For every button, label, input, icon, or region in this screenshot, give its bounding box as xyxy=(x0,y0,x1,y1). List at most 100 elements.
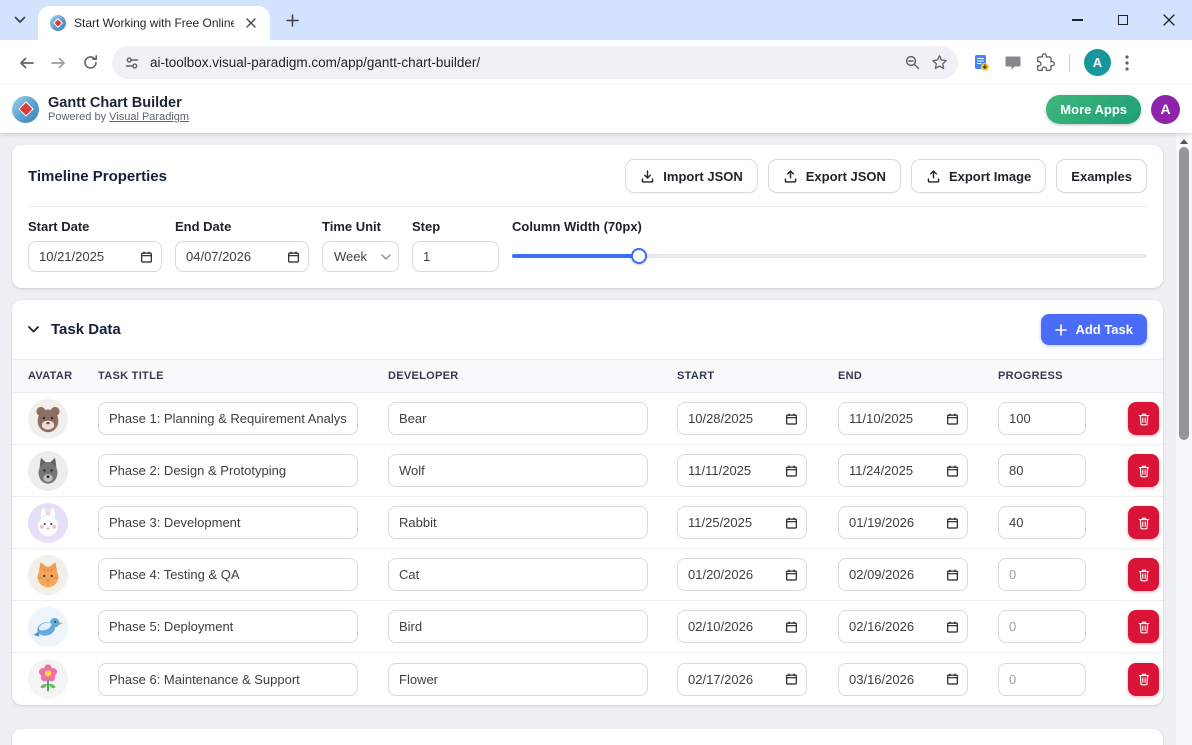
maximize-button[interactable] xyxy=(1100,0,1146,40)
column-width-field: Column Width (70px) xyxy=(512,219,1147,264)
calendar-icon[interactable] xyxy=(946,516,959,529)
avatar-bear xyxy=(28,398,68,439)
developer-input[interactable] xyxy=(388,506,648,539)
calendar-icon[interactable] xyxy=(785,412,798,425)
developer-input[interactable] xyxy=(388,454,648,487)
progress-input[interactable] xyxy=(998,558,1086,591)
add-task-button[interactable]: Add Task xyxy=(1041,314,1147,345)
delete-task-button[interactable] xyxy=(1128,662,1159,696)
bear-icon xyxy=(36,406,60,432)
doc-download-extension-icon[interactable] xyxy=(972,54,990,72)
progress-input[interactable] xyxy=(998,610,1086,643)
column-width-slider[interactable] xyxy=(512,248,1147,264)
tab-search-button[interactable] xyxy=(8,8,32,32)
menu-kebab-icon[interactable] xyxy=(1125,54,1129,71)
calendar-icon[interactable] xyxy=(785,516,798,529)
browser-profile-avatar[interactable]: A xyxy=(1084,49,1111,76)
tab-favicon-icon xyxy=(50,15,66,31)
task-title-input[interactable] xyxy=(98,402,358,435)
calendar-icon[interactable] xyxy=(287,250,300,263)
calendar-icon[interactable] xyxy=(946,673,959,686)
time-unit-select[interactable]: Week xyxy=(322,241,399,272)
comment-extension-icon[interactable] xyxy=(1004,54,1022,72)
url-bar[interactable]: ai-toolbox.visual-paradigm.com/app/gantt… xyxy=(112,46,958,79)
reload-button[interactable] xyxy=(74,47,106,79)
trash-icon xyxy=(1138,673,1149,686)
developer-input[interactable] xyxy=(388,402,648,435)
powered-by: Powered by Visual Paradigm xyxy=(48,110,190,123)
calendar-icon[interactable] xyxy=(946,412,959,425)
task-row xyxy=(12,393,1163,445)
task-data-card: Task Data Add Task AVATAR TASK TITLE DEV… xyxy=(12,300,1163,705)
time-unit-label: Time Unit xyxy=(322,219,381,234)
url-text[interactable]: ai-toolbox.visual-paradigm.com/app/gantt… xyxy=(150,55,894,70)
new-tab-button[interactable] xyxy=(280,8,304,32)
examples-button[interactable]: Examples xyxy=(1056,159,1147,193)
calendar-icon[interactable] xyxy=(785,464,798,477)
delete-task-button[interactable] xyxy=(1128,506,1159,539)
task-title-input[interactable] xyxy=(98,506,358,539)
progress-input[interactable] xyxy=(998,662,1086,696)
minimize-button[interactable] xyxy=(1054,0,1100,40)
column-header-start: START xyxy=(677,370,715,382)
avatar-rabbit xyxy=(28,502,68,543)
reload-icon xyxy=(83,55,97,69)
step-input[interactable] xyxy=(412,241,499,272)
chevron-down-icon xyxy=(14,16,26,24)
back-button[interactable] xyxy=(10,47,42,79)
forward-button[interactable] xyxy=(42,47,74,79)
task-title-input[interactable] xyxy=(98,662,358,696)
developer-input[interactable] xyxy=(388,558,648,591)
calendar-icon[interactable] xyxy=(946,464,959,477)
calendar-icon[interactable] xyxy=(785,620,798,633)
import-json-button[interactable]: Import JSON xyxy=(625,159,758,193)
calendar-icon[interactable] xyxy=(785,673,798,686)
close-icon xyxy=(246,18,256,28)
scrollbar-thumb[interactable] xyxy=(1179,147,1189,440)
collapse-chevron-icon[interactable] xyxy=(28,326,39,333)
site-settings-icon xyxy=(125,56,139,69)
wolf-icon xyxy=(38,457,58,484)
progress-input[interactable] xyxy=(998,506,1086,539)
more-apps-button[interactable]: More Apps xyxy=(1046,94,1141,124)
developer-input[interactable] xyxy=(388,662,648,696)
task-title-input[interactable] xyxy=(98,610,358,643)
calendar-icon[interactable] xyxy=(946,568,959,581)
progress-input[interactable] xyxy=(998,454,1086,487)
visual-paradigm-link[interactable]: Visual Paradigm xyxy=(109,111,189,123)
delete-task-button[interactable] xyxy=(1128,558,1159,591)
delete-task-button[interactable] xyxy=(1128,610,1159,643)
close-window-button[interactable] xyxy=(1146,0,1192,40)
page-scrollbar[interactable] xyxy=(1175,133,1192,745)
task-title-input[interactable] xyxy=(98,558,358,591)
column-header-avatar: AVATAR xyxy=(28,370,73,382)
timeline-properties-title: Timeline Properties xyxy=(28,167,167,185)
bookmark-star-icon[interactable] xyxy=(931,54,948,71)
plus-icon xyxy=(285,13,299,27)
timeline-properties-card: Timeline Properties Import JSON Export J… xyxy=(12,145,1163,288)
column-header-end: END xyxy=(838,370,863,382)
browser-tab[interactable]: Start Working with Free Online xyxy=(38,6,270,40)
progress-input[interactable] xyxy=(998,402,1086,435)
trash-icon xyxy=(1138,517,1149,529)
end-date-label: End Date xyxy=(175,219,232,234)
zoom-icon[interactable] xyxy=(904,54,921,71)
tab-close-button[interactable] xyxy=(242,14,260,32)
user-avatar[interactable]: A xyxy=(1151,94,1180,124)
slider-thumb[interactable] xyxy=(631,248,647,264)
extensions-puzzle-icon[interactable] xyxy=(1036,53,1055,72)
calendar-icon[interactable] xyxy=(140,250,153,263)
export-image-button[interactable]: Export Image xyxy=(910,159,1047,193)
calendar-icon[interactable] xyxy=(946,620,959,633)
delete-task-button[interactable] xyxy=(1128,402,1159,435)
scrollbar-up-arrow[interactable] xyxy=(1176,135,1192,147)
delete-task-button[interactable] xyxy=(1128,454,1159,487)
browser-titlebar: Start Working with Free Online xyxy=(0,0,1192,40)
task-title-input[interactable] xyxy=(98,454,358,487)
export-json-button[interactable]: Export JSON xyxy=(767,159,901,193)
calendar-icon[interactable] xyxy=(785,568,798,581)
bird-icon xyxy=(33,617,63,636)
tab-title: Start Working with Free Online xyxy=(74,16,234,30)
step-label: Step xyxy=(412,219,441,234)
developer-input[interactable] xyxy=(388,610,648,643)
